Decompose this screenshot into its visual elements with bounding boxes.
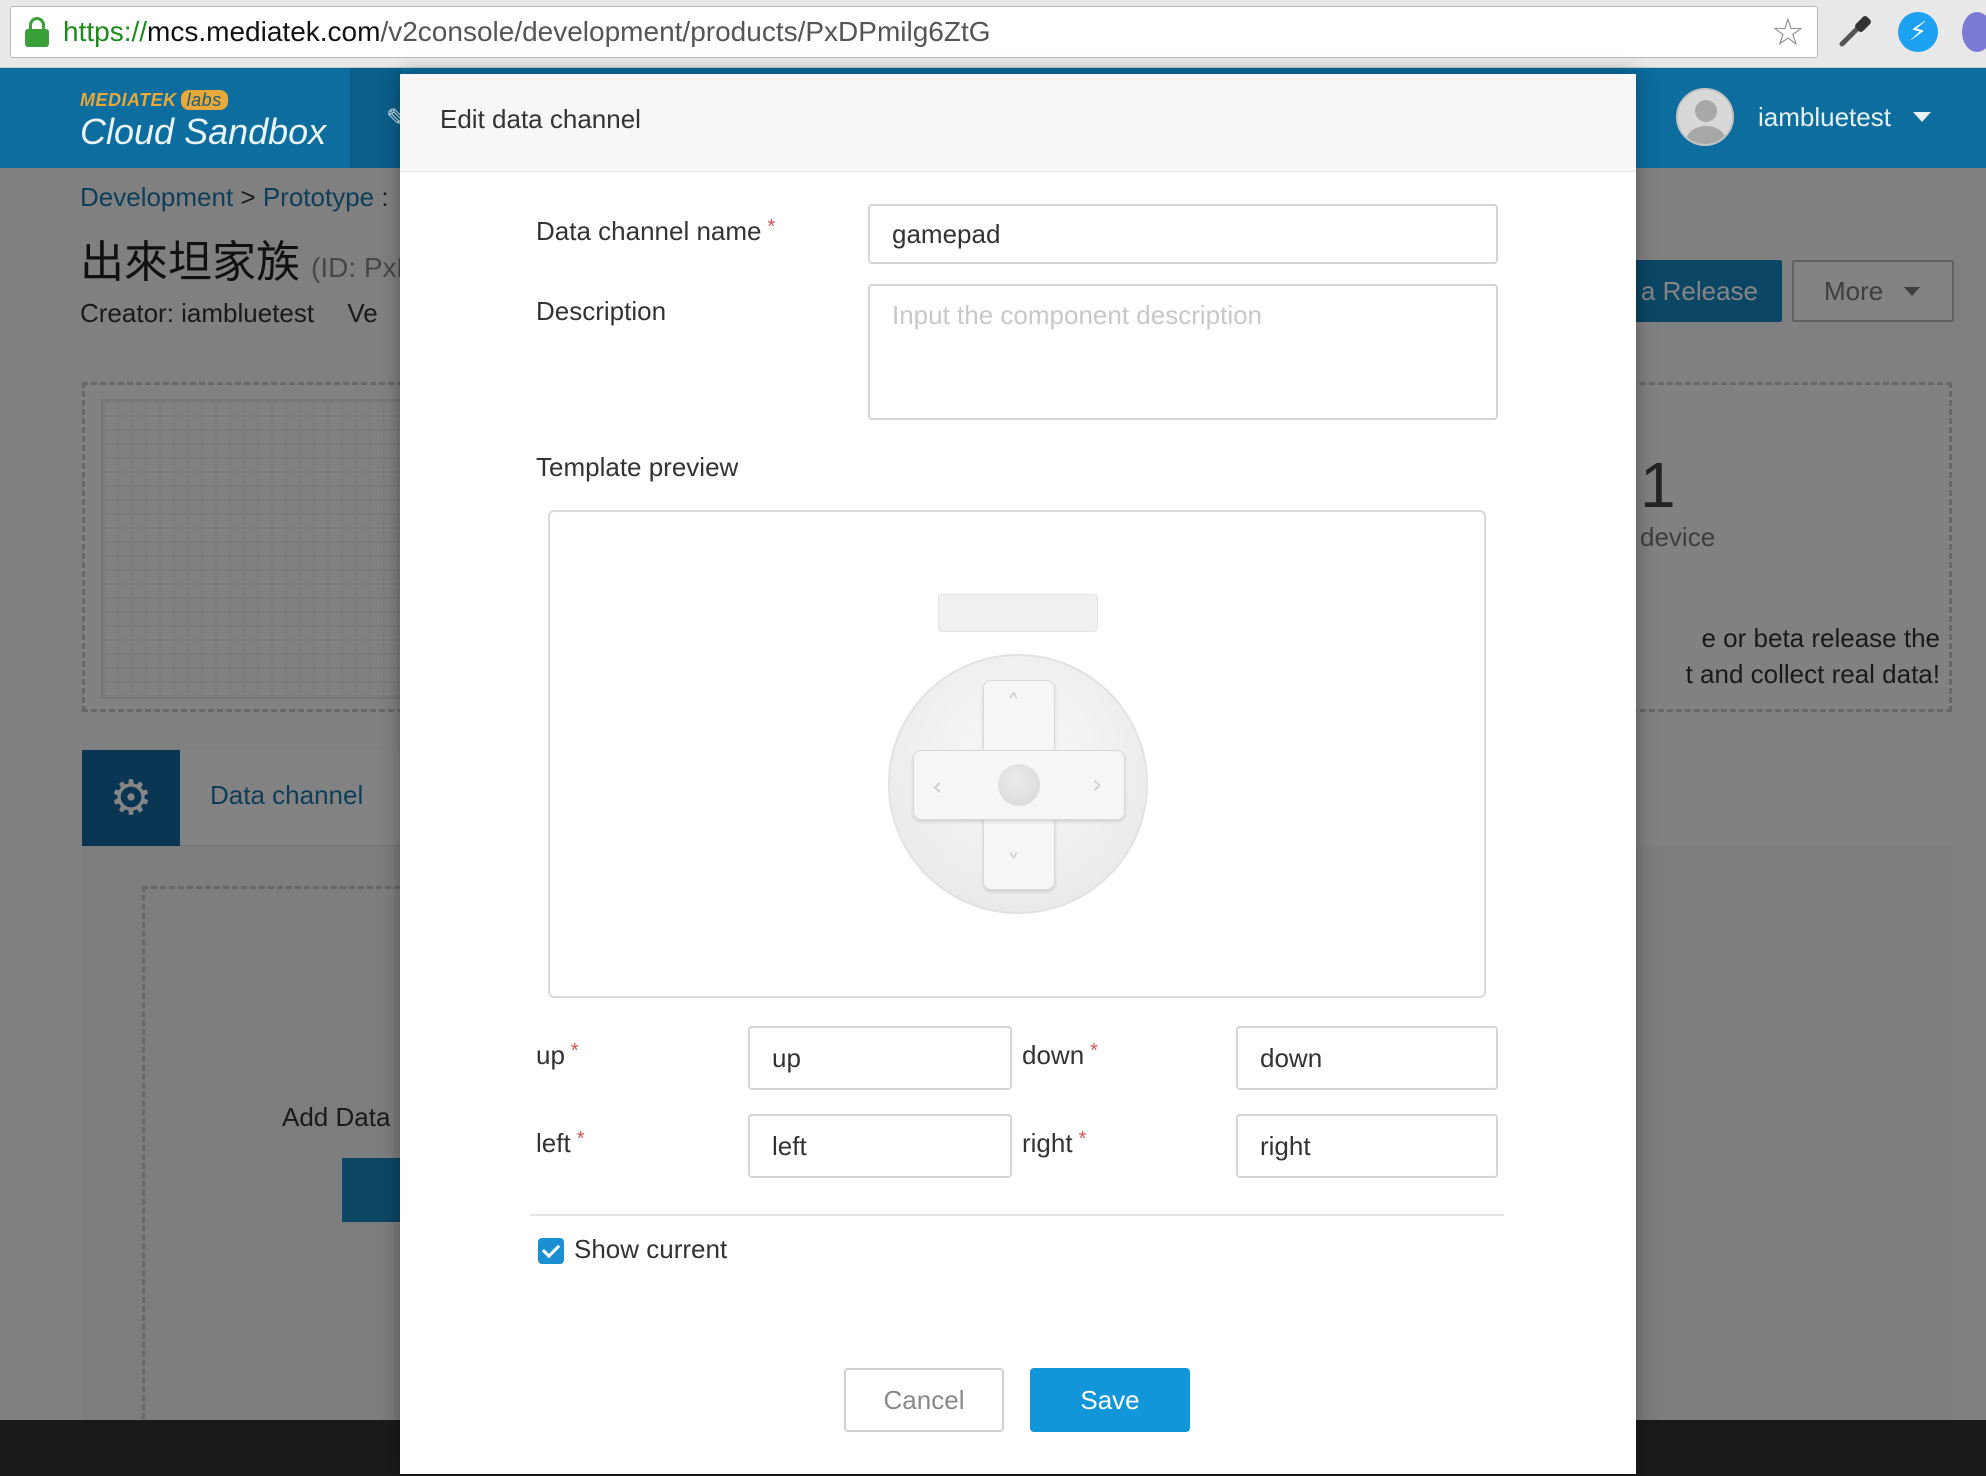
edit-data-channel-dialog: Edit data channel Data channel name* Des… — [400, 74, 1636, 1474]
address-bar[interactable]: https://mcs.mediatek.com/v2console/devel… — [10, 6, 1818, 58]
left-input[interactable] — [748, 1114, 1012, 1178]
dialog-header: Edit data channel — [400, 74, 1636, 172]
lightning-extension-icon[interactable]: ⚡ — [1898, 12, 1938, 52]
required-marker: * — [576, 1128, 585, 1150]
required-marker: * — [1078, 1128, 1087, 1150]
description-input[interactable] — [868, 284, 1498, 420]
gamepad-left-arrow-icon: ‹ — [932, 772, 943, 802]
url-path: /v2console/development/products/PxDPmilg… — [380, 16, 991, 47]
user-menu[interactable]: iambluetest — [1676, 88, 1931, 146]
url-scheme: https:// — [63, 16, 148, 47]
chevron-down-icon — [1912, 112, 1931, 122]
channel-name-input[interactable] — [868, 204, 1498, 264]
brand-name: Cloud Sandbox — [80, 111, 327, 152]
form-divider — [530, 1214, 1504, 1216]
bookmark-star-icon[interactable]: ☆ — [1771, 13, 1805, 51]
down-label-text: down — [1022, 1040, 1085, 1070]
w-extension-icon[interactable] — [1962, 12, 1986, 52]
save-button[interactable]: Save — [1030, 1368, 1190, 1432]
lock-icon — [25, 17, 49, 47]
eyedropper-extension-icon[interactable] — [1834, 12, 1874, 52]
brand-labs-badge: labs — [180, 90, 228, 110]
username: iambluetest — [1758, 101, 1891, 132]
right-label-text: right — [1022, 1128, 1073, 1158]
required-marker: * — [570, 1040, 579, 1062]
up-label: up * — [536, 1040, 579, 1071]
avatar — [1676, 88, 1734, 146]
up-input[interactable] — [748, 1026, 1012, 1090]
right-label: right * — [1022, 1128, 1086, 1159]
brand-logo[interactable]: MEDIATEK labs Cloud Sandbox — [80, 90, 326, 153]
left-label-text: left — [536, 1128, 571, 1158]
cancel-button[interactable]: Cancel — [844, 1368, 1004, 1432]
url-text[interactable]: https://mcs.mediatek.com/v2console/devel… — [63, 16, 991, 48]
gamepad-right-arrow-icon: › — [1092, 770, 1103, 800]
show-current-label[interactable]: Show current — [574, 1234, 727, 1265]
header-tool-button[interactable]: ✎ — [350, 68, 408, 168]
up-label-text: up — [536, 1040, 565, 1070]
template-preview: ˄ ˅ ‹ › — [548, 510, 1486, 998]
browser-chrome: https://mcs.mediatek.com/v2console/devel… — [0, 0, 1986, 68]
required-marker: * — [1090, 1040, 1098, 1062]
down-label: down * — [1022, 1040, 1098, 1071]
template-preview-label: Template preview — [536, 452, 739, 482]
brand-mediatek: MEDIATEK — [80, 90, 177, 110]
gamepad-center-button — [998, 764, 1040, 806]
channel-name-label-text: Data channel name — [536, 216, 762, 246]
description-label: Description — [536, 296, 667, 326]
url-host: mcs.mediatek.com — [147, 16, 381, 47]
show-current-checkbox[interactable] — [538, 1238, 564, 1264]
gamepad-current-value-bar — [938, 594, 1098, 632]
down-input[interactable] — [1236, 1026, 1498, 1090]
required-marker: * — [767, 216, 776, 238]
gamepad-down-arrow-icon: ˅ — [1007, 850, 1020, 880]
gamepad-up-arrow-icon: ˄ — [1007, 690, 1020, 720]
right-input[interactable] — [1236, 1114, 1498, 1178]
left-label: left * — [536, 1128, 584, 1159]
channel-name-label: Data channel name * — [536, 216, 775, 247]
dialog-title: Edit data channel — [440, 104, 641, 134]
